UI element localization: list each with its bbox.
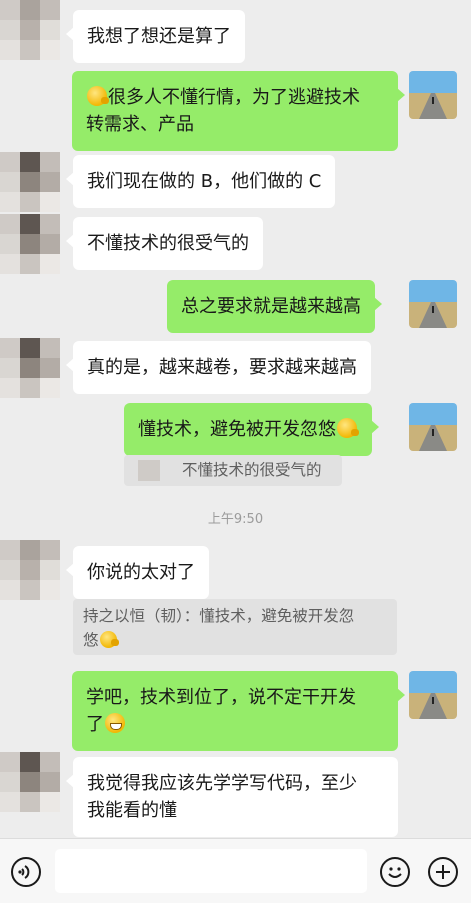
contact-avatar[interactable] <box>0 540 60 600</box>
thinking-emoji-icon <box>337 418 359 438</box>
message-text: 真的是，越来越卷，要求越来越高 <box>87 357 357 378</box>
message-line: 了 <box>86 711 384 738</box>
chat-input-bar <box>0 838 471 903</box>
contact-avatar[interactable] <box>0 152 60 212</box>
message-bubble-incoming[interactable]: 我们现在做的 B，他们做的 C <box>65 155 336 208</box>
emoji-icon[interactable] <box>380 857 410 887</box>
quote-text: 不懂技术的很受气的 <box>182 461 322 479</box>
message-text: 我们现在做的 B，他们做的 C <box>87 171 322 192</box>
message-text: 不懂技术的很受气的 <box>87 233 249 254</box>
message-bubble-incoming[interactable]: 你说的太对了 <box>66 546 209 599</box>
message-text: 懂技术，避免被开发忽悠 <box>138 419 336 440</box>
quoted-reply[interactable]: 不懂技术的很受气的 <box>124 455 342 486</box>
timestamp: 上午9:50 <box>207 512 264 527</box>
message-line: 学吧，技术到位了，说不定干开发 <box>86 687 356 708</box>
add-icon[interactable] <box>428 857 458 887</box>
message-line: 很多人不懂行情，为了逃避技术 <box>86 84 384 111</box>
my-avatar[interactable] <box>409 71 457 119</box>
quoted-reply[interactable]: 持之以恒（韧）：懂技术，避免被开发忽 悠 <box>73 599 397 655</box>
message-bubble-incoming[interactable]: 我觉得我应该先学学写代码，至少 我能看的懂 <box>66 757 398 837</box>
contact-avatar[interactable] <box>0 214 60 274</box>
contact-avatar[interactable] <box>0 338 60 398</box>
quote-avatar <box>138 460 160 481</box>
contact-avatar[interactable] <box>0 752 60 812</box>
message-bubble-outgoing[interactable]: 懂技术，避免被开发忽悠 <box>124 403 379 456</box>
message-bubble-incoming[interactable]: 不懂技术的很受气的 <box>66 217 263 270</box>
thinking-emoji-icon <box>87 86 109 106</box>
my-avatar[interactable] <box>409 280 457 328</box>
message-bubble-incoming[interactable]: 真的是，越来越卷，要求越来越高 <box>66 341 371 394</box>
message-text: 你说的太对了 <box>87 562 195 583</box>
message-input[interactable] <box>55 849 367 893</box>
message-bubble-outgoing[interactable]: 总之要求就是越来越高 <box>167 280 382 333</box>
message-line: 我能看的懂 <box>87 800 177 821</box>
message-text: 总之要求就是越来越高 <box>181 296 361 317</box>
message-line: 转需求、产品 <box>86 114 194 135</box>
message-bubble-outgoing[interactable]: 学吧，技术到位了，说不定干开发 了 <box>72 671 405 751</box>
my-avatar[interactable] <box>409 671 457 719</box>
quote-line: 悠 <box>83 628 387 652</box>
my-avatar[interactable] <box>409 403 457 451</box>
contact-avatar[interactable] <box>0 0 60 60</box>
thinking-emoji-icon <box>99 631 119 648</box>
quote-line: 持之以恒（韧）：懂技术，避免被开发忽 <box>83 607 355 625</box>
voice-icon[interactable] <box>11 857 41 887</box>
message-text: 我想了想还是算了 <box>87 26 231 47</box>
message-bubble-incoming[interactable]: 我想了想还是算了 <box>66 10 245 63</box>
message-line: 我觉得我应该先学学写代码，至少 <box>87 773 357 794</box>
message-bubble-outgoing[interactable]: 很多人不懂行情，为了逃避技术 转需求、产品 <box>72 71 405 151</box>
grin-emoji-icon <box>105 713 125 733</box>
